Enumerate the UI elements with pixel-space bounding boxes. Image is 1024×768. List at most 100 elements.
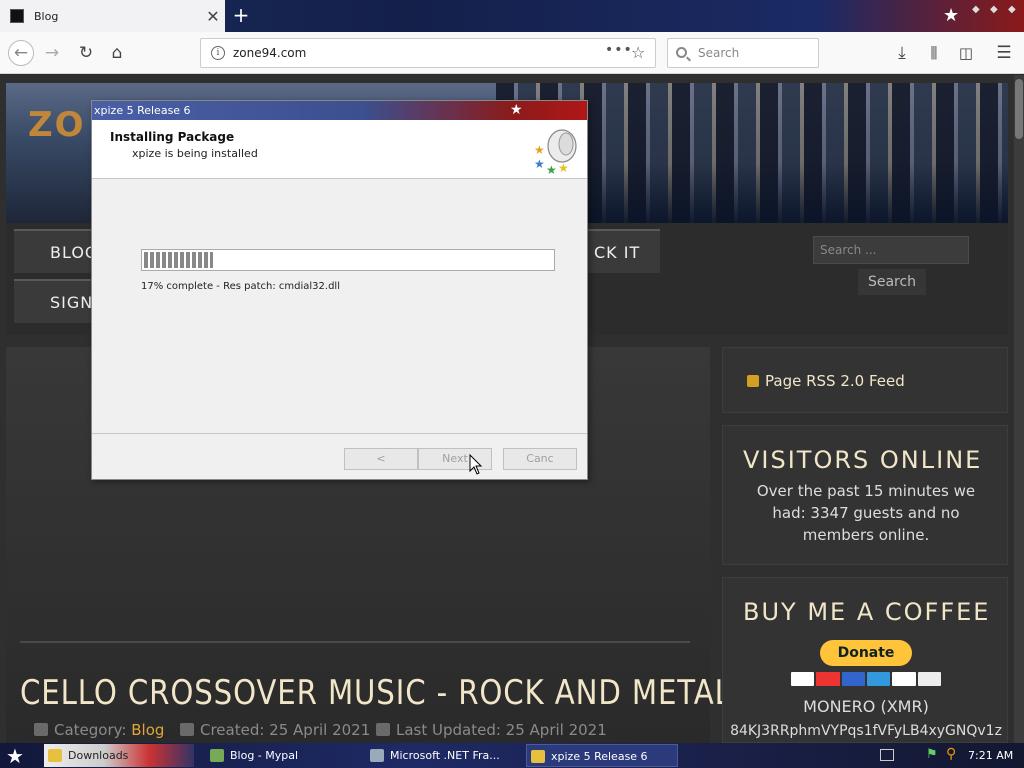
minimize-icon[interactable]: ◆ [972, 4, 980, 15]
page-scrollbar-thumb[interactable] [1015, 79, 1023, 139]
close-window-icon[interactable]: ◆ [1008, 4, 1016, 15]
site-logo-text: ZO [28, 105, 86, 145]
page-scrollbar[interactable] [1014, 75, 1024, 743]
browser-tab-strip: Blog ✕ + ★ ◆ ◆ ◆ [0, 0, 1024, 32]
bookmark-star-icon[interactable]: ☆ [631, 43, 645, 62]
menu-item-sign-label: SIGN [50, 293, 94, 312]
menu-item-rock-it[interactable]: CK IT [588, 229, 660, 273]
updated-date: Last Updated: 25 April 2021 [396, 721, 607, 739]
browser-search-input[interactable]: Search [667, 38, 819, 68]
monero-address: 84KJ3RRphmVYPqs1fVFyLB4xyGNQv1z [730, 723, 1002, 739]
new-tab-button[interactable]: + [228, 4, 254, 28]
taskbar: ★ Downloads Blog - Mypal Microsoft .NET … [0, 743, 1024, 768]
visitors-text: Over the past 15 minutes we had: 3347 gu… [756, 482, 976, 544]
installer-footer-divider [92, 433, 587, 434]
back-step-button[interactable]: < [344, 448, 418, 470]
svg-text:★: ★ [534, 143, 545, 157]
bank-icon [917, 672, 941, 686]
network-icon[interactable]: ⚑ [926, 747, 938, 762]
task-label: Downloads [68, 749, 129, 762]
browser-icon [210, 749, 224, 762]
category-label: Category: [54, 721, 127, 739]
rss-icon [747, 375, 759, 387]
page-actions-icon[interactable]: ••• [605, 42, 633, 58]
created-date: Created: 25 April 2021 [200, 721, 371, 739]
task-xpize[interactable]: xpize 5 Release 6 [526, 744, 678, 767]
installer-header: Installing Package xpize is being instal… [92, 120, 587, 179]
task-blog-mypal[interactable]: Blog - Mypal [206, 744, 358, 767]
browser-toolbar: ← → ↻ ⌂ i zone94.com ••• ☆ Search ⤓ ⫼ ◫ … [0, 32, 1024, 74]
system-tray: ⚑ ⚲ 7:21 AM [876, 744, 1024, 767]
reload-button[interactable]: ↻ [74, 41, 98, 65]
task-dotnet[interactable]: Microsoft .NET Fra... [366, 744, 518, 767]
start-button-star-icon[interactable]: ★ [6, 744, 24, 768]
task-label: Microsoft .NET Fra... [390, 749, 500, 762]
article-category: Category: Blog [34, 721, 164, 739]
discover-icon [892, 672, 916, 686]
search-tray-icon[interactable]: ⚲ [946, 746, 956, 762]
mouse-cursor-icon [469, 454, 483, 475]
installer-heading: Installing Package [110, 130, 235, 144]
article-created: Created: 25 April 2021 [180, 721, 370, 739]
clock: 7:21 AM [968, 749, 1014, 762]
package-icon [531, 750, 545, 763]
site-favicon-icon [10, 9, 24, 23]
install-progress-fill [144, 252, 214, 268]
installer-window-icon [370, 749, 384, 762]
donate-button[interactable]: Donate [820, 640, 912, 666]
buy-me-coffee-box: BUY ME A COFFEE Donate MONERO (XMR) 84KJ… [722, 577, 1008, 743]
install-progress-text: 17% complete - Res patch: cmdial32.dll [141, 281, 340, 292]
rss-link-text: Page RSS 2.0 Feed [765, 372, 905, 390]
svg-text:★: ★ [546, 163, 557, 176]
site-info-icon[interactable]: i [211, 46, 225, 60]
rss-box: Page RSS 2.0 Feed [722, 347, 1008, 413]
forward-button[interactable]: → [40, 41, 64, 65]
installer-dialog: xpize 5 Release 6 ★ Installing Package x… [91, 100, 588, 480]
mastercard-icon [816, 672, 840, 686]
rss-feed-link[interactable]: Page RSS 2.0 Feed [747, 372, 905, 390]
tab-close-icon[interactable]: ✕ [201, 7, 225, 26]
svg-text:★: ★ [558, 161, 569, 175]
payment-cards [791, 672, 941, 686]
task-label: Blog - Mypal [230, 749, 299, 762]
task-label: xpize 5 Release 6 [551, 750, 648, 763]
url-text: zone94.com [233, 46, 307, 60]
menu-item-blog[interactable]: BLOG [14, 229, 98, 273]
folder-icon [34, 723, 48, 736]
sidebar-icon[interactable]: ◫ [954, 41, 978, 65]
cancel-button[interactable]: Canc [503, 448, 577, 470]
keyboard-icon[interactable] [880, 749, 894, 761]
downloads-icon[interactable]: ⤓ [890, 41, 914, 65]
home-button[interactable]: ⌂ [105, 41, 129, 65]
search-placeholder: Search [698, 46, 740, 60]
installer-subheading: xpize is being installed [132, 147, 258, 160]
install-progress-bar [141, 249, 555, 271]
url-bar[interactable]: i zone94.com ••• ☆ [200, 38, 656, 68]
calendar-icon [376, 723, 390, 736]
installer-titlebar[interactable]: xpize 5 Release 6 ★ [92, 101, 587, 120]
tab-title: Blog [34, 9, 59, 23]
monero-label: MONERO (XMR) [803, 697, 929, 716]
maximize-icon[interactable]: ◆ [990, 4, 998, 15]
back-button[interactable]: ← [8, 40, 34, 66]
package-icon: ★ ★ ★ ★ [534, 129, 577, 176]
divider [20, 641, 690, 643]
coffee-title: BUY ME A COFFEE [743, 598, 991, 626]
site-search-button[interactable]: Search [858, 269, 926, 295]
installer-title: xpize 5 Release 6 [94, 104, 191, 117]
menu-item-rock-it-label: CK IT [594, 243, 641, 262]
installer-star-icon[interactable]: ★ [510, 102, 523, 118]
visa-icon [791, 672, 815, 686]
library-icon[interactable]: ⫼ [922, 41, 946, 65]
tab-blog[interactable]: Blog ✕ [0, 0, 225, 32]
menu-icon[interactable]: ☰ [992, 41, 1016, 65]
calendar-icon [180, 723, 194, 736]
search-icon [676, 47, 687, 58]
category-link[interactable]: Blog [131, 721, 164, 739]
site-search-input[interactable]: Search ... [813, 236, 969, 264]
article-title[interactable]: CELLO CROSSOVER MUSIC - ROCK AND METAL [20, 673, 732, 713]
menu-item-sign[interactable]: SIGN [14, 279, 98, 323]
task-downloads[interactable]: Downloads [44, 744, 194, 767]
svg-text:★: ★ [534, 157, 545, 171]
visitors-online-box: VISITORS ONLINE Over the past 15 minutes… [722, 425, 1008, 565]
